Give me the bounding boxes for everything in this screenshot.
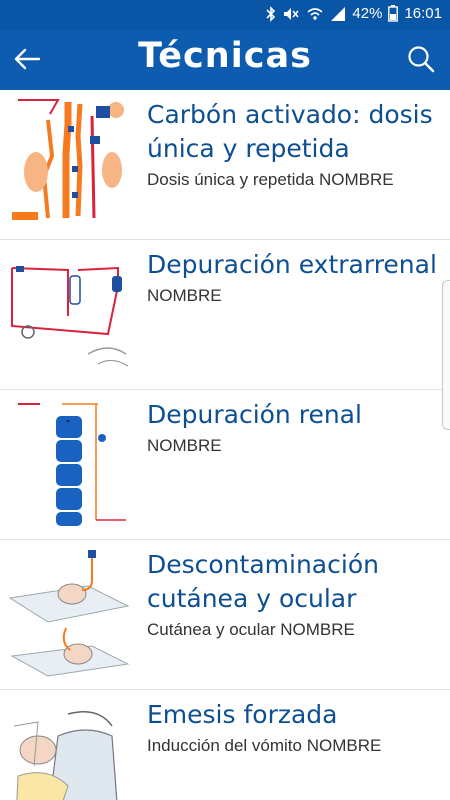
- battery-icon: [388, 5, 399, 22]
- list-item-descontaminacion[interactable]: Descontaminación cutánea y ocular Cutáne…: [0, 540, 450, 690]
- item-subtitle: NOMBRE: [147, 436, 222, 455]
- scrollbar-handle[interactable]: [442, 280, 450, 430]
- item-title: Depuración extrarrenal: [147, 250, 437, 279]
- list-item-carbon-activado[interactable]: Carbón activado: dosis única y repetida …: [0, 90, 450, 240]
- search-button[interactable]: [404, 42, 438, 76]
- mute-icon: [282, 6, 300, 22]
- thumbnail-renal-tubule-diagram: [8, 396, 130, 528]
- item-title: Carbón activado: dosis única y repetida: [147, 100, 433, 163]
- app-bar: Técnicas: [0, 30, 450, 90]
- thumbnail-dialysis-diagram: [8, 246, 130, 378]
- item-subtitle: Dosis única y repetida NOMBRE: [147, 170, 394, 189]
- list-item-depuracion-renal[interactable]: Depuración renal NOMBRE: [0, 390, 450, 540]
- item-title: Emesis forzada: [147, 700, 338, 729]
- signal-icon: [330, 6, 346, 22]
- thumbnail-decontamination-illustration: [8, 546, 130, 678]
- thumbnail-digestive-diagram: [8, 96, 130, 228]
- battery-percentage: 42%: [352, 5, 383, 22]
- bluetooth-icon: [266, 5, 276, 22]
- clock: 16:01: [404, 5, 442, 22]
- search-icon: [408, 46, 435, 73]
- item-subtitle: Cutánea y ocular NOMBRE: [147, 620, 355, 639]
- status-bar: 42% 16:01: [0, 0, 450, 30]
- wifi-icon: [306, 6, 324, 22]
- item-title: Depuración renal: [147, 400, 362, 429]
- item-subtitle: NOMBRE: [147, 286, 222, 305]
- techniques-list: Carbón activado: dosis única y repetida …: [0, 90, 450, 800]
- item-title: Descontaminación cutánea y ocular: [147, 550, 379, 613]
- list-item-depuracion-extrarrenal[interactable]: Depuración extrarrenal NOMBRE: [0, 240, 450, 390]
- list-item-emesis-forzada[interactable]: Emesis forzada Inducción del vómito NOMB…: [0, 690, 450, 800]
- thumbnail-emesis-illustration: [8, 696, 130, 800]
- item-subtitle: Inducción del vómito NOMBRE: [147, 736, 382, 755]
- status-icons: 42% 16:01: [266, 5, 442, 22]
- page-title: Técnicas: [138, 36, 312, 76]
